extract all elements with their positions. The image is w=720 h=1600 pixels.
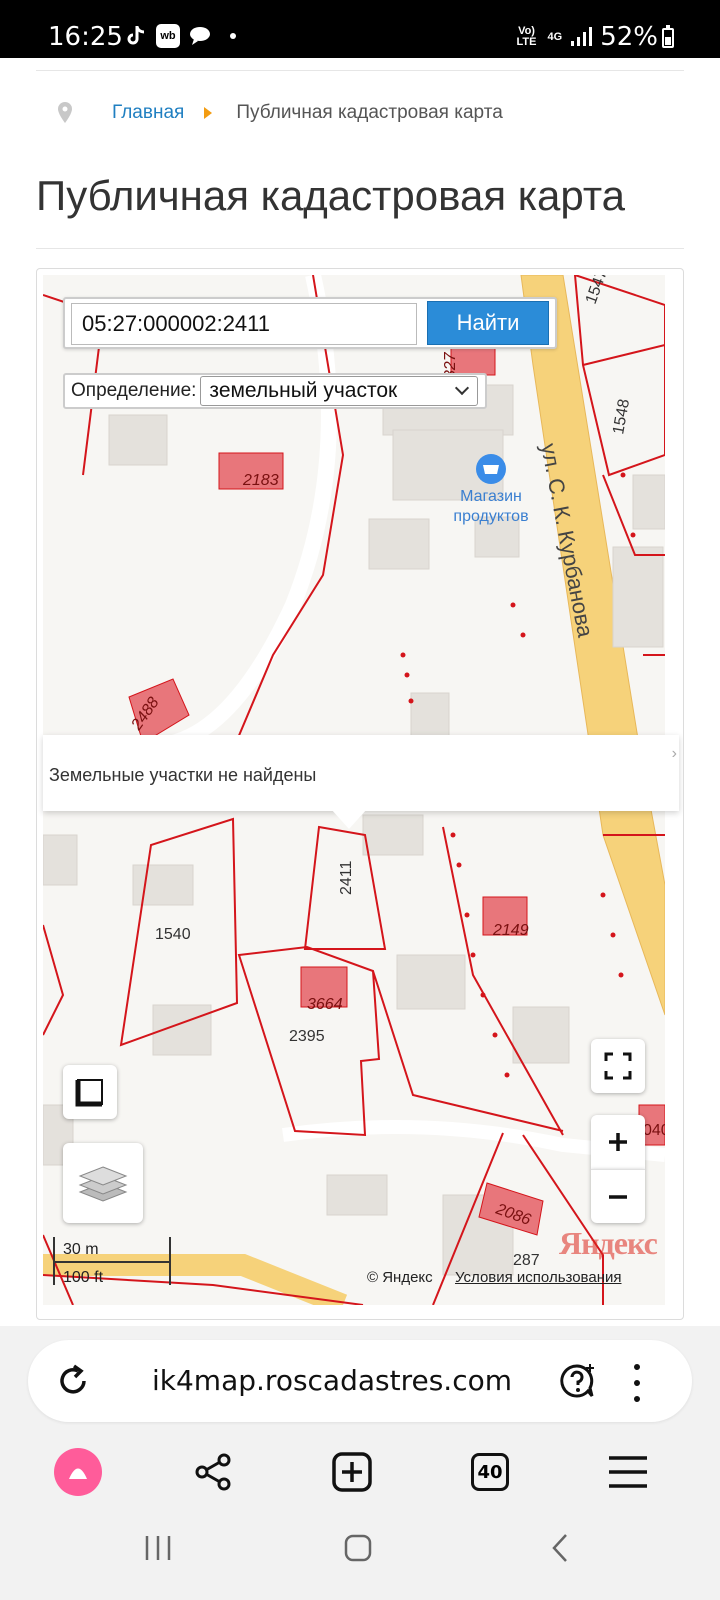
chevron-down-icon — [455, 380, 470, 396]
location-pin-icon — [58, 102, 72, 123]
map-terms-link[interactable]: Условия использования — [455, 1269, 622, 1286]
url-text[interactable]: ik4map.roscadastres.com — [152, 1364, 512, 1397]
definition-form: Определение: земельный участок — [63, 373, 487, 409]
network-4g-indicator: 4G — [547, 30, 563, 43]
wb-icon: wb — [156, 24, 180, 48]
notification-dot — [230, 33, 236, 39]
yandex-logo: Яндекс — [559, 1225, 658, 1261]
definition-label: Определение: — [71, 380, 197, 401]
battery-icon — [662, 25, 674, 48]
definition-select[interactable]: земельный участок — [200, 376, 479, 406]
label-287: 287 — [513, 1252, 540, 1269]
battery-percent: 52% — [600, 22, 658, 52]
balloon-message: Земельные участки не найдены — [49, 765, 317, 785]
layers-icon — [78, 1166, 128, 1202]
reload-icon[interactable] — [54, 1362, 92, 1400]
scale-bar — [53, 1261, 171, 1263]
chat-icon — [188, 24, 212, 48]
header-divider — [36, 70, 684, 71]
page-title: Публичная кадастровая карта — [36, 172, 625, 219]
breadcrumb-arrow-icon — [204, 107, 213, 119]
shop-label-line2: продуктов — [453, 508, 528, 525]
shop-label-line1: Магазин — [460, 488, 522, 505]
label-1540: 1540 — [155, 926, 191, 943]
back-icon[interactable] — [534, 1522, 586, 1574]
cadastral-number-input[interactable] — [71, 303, 417, 345]
definition-selected-value: земельный участок — [209, 379, 398, 402]
cadastral-search-form: Найти — [63, 297, 557, 349]
map-scale: 30 m 100 ft — [47, 1235, 179, 1295]
volte-indicator: Vo) LTE — [516, 25, 537, 48]
more-menu-icon[interactable] — [622, 1364, 652, 1402]
browser-address-area: ik4map.roscadastres.com — [0, 1326, 720, 1426]
status-app-icons: wb — [124, 24, 236, 48]
cadastral-map[interactable]: 2183 1540 2395 3664 2149 287 040 2411 15… — [36, 268, 684, 1320]
search-button[interactable]: Найти — [427, 301, 549, 345]
fullscreen-button[interactable] — [591, 1039, 645, 1093]
map-balloon: Земельные участки не найдены › — [43, 735, 679, 829]
status-bar: 16:25 wb Vo) LTE 4G 52% — [0, 0, 720, 58]
breadcrumb-home-link[interactable]: Главная — [112, 102, 184, 124]
plus-icon — [609, 1133, 627, 1151]
label-3664: 3664 — [307, 996, 343, 1013]
label-2149: 2149 — [492, 922, 529, 939]
alice-assistant-icon[interactable] — [52, 1446, 104, 1498]
breadcrumb: Главная Публичная кадастровая карта — [56, 98, 503, 128]
recent-apps-icon[interactable] — [132, 1522, 184, 1574]
label-2183: 2183 — [242, 472, 279, 489]
share-icon[interactable] — [188, 1446, 240, 1498]
new-tab-icon[interactable] — [326, 1446, 378, 1498]
label-040: 040 — [643, 1122, 665, 1139]
zoom-out-button[interactable] — [591, 1169, 645, 1223]
fullscreen-icon — [604, 1052, 632, 1080]
ruler-button[interactable] — [63, 1065, 117, 1119]
map-copyright[interactable]: © Яндекс — [367, 1269, 433, 1286]
label-2411: 2411 — [338, 860, 355, 895]
ruler-icon — [75, 1079, 103, 1107]
status-time: 16:25 — [48, 22, 123, 52]
signal-icon — [571, 27, 593, 46]
label-2395: 2395 — [289, 1028, 325, 1045]
scale-meters: 30 m — [63, 1241, 99, 1258]
assistant-help-icon[interactable] — [558, 1362, 596, 1400]
balloon-pointer — [331, 809, 367, 829]
layers-button[interactable] — [63, 1143, 143, 1223]
hamburger-menu-icon[interactable] — [602, 1446, 654, 1498]
tabs-button[interactable]: 40 — [464, 1446, 516, 1498]
status-right: Vo) LTE 4G 52% — [514, 22, 658, 52]
browser-nav-bar: 40 — [0, 1426, 720, 1600]
tabs-count: 40 — [471, 1453, 509, 1491]
home-icon[interactable] — [332, 1522, 384, 1574]
scale-feet: 100 ft — [63, 1269, 104, 1286]
breadcrumb-current: Публичная кадастровая карта — [236, 102, 503, 123]
screen: 16:25 wb Vo) LTE 4G 52% Главная Публична… — [0, 0, 720, 1600]
title-divider — [36, 248, 684, 249]
address-bar[interactable]: ik4map.roscadastres.com — [28, 1340, 692, 1422]
minus-icon — [609, 1194, 627, 1199]
tiktok-icon — [124, 24, 148, 48]
chevron-right-icon[interactable]: › — [672, 745, 677, 763]
shop-icon[interactable] — [476, 454, 506, 484]
zoom-in-button[interactable] — [591, 1115, 645, 1169]
